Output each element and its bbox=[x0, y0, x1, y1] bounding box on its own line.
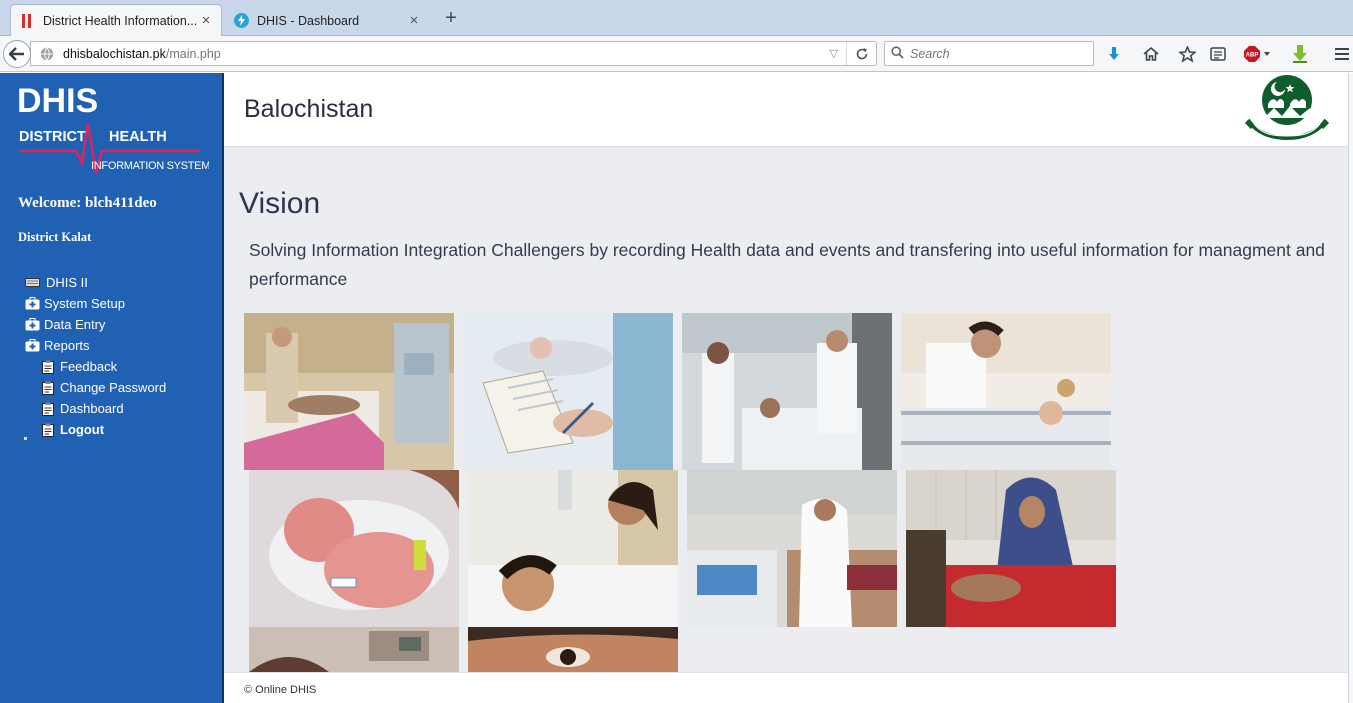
sidebar-item-label: Reports bbox=[44, 338, 90, 353]
mother-child-photo bbox=[906, 470, 1116, 627]
welcome-text: Welcome: blch411deo bbox=[18, 195, 157, 211]
tab-dhis-dashboard[interactable]: DHIS - Dashboard × bbox=[224, 4, 430, 36]
clipboard-icon bbox=[40, 360, 56, 374]
newborn-baby-photo bbox=[249, 470, 459, 627]
sidebar-item-label: DHIS II bbox=[46, 275, 88, 290]
page-footer: © Online DHIS bbox=[224, 672, 1348, 703]
svg-text:ABP: ABP bbox=[1246, 53, 1259, 59]
main-content: Balochistan Vision Solving Information I… bbox=[224, 73, 1353, 703]
dhis-favicon-icon bbox=[233, 13, 249, 29]
sidebar-item-dhis-ii[interactable]: DHIS II bbox=[0, 272, 222, 293]
medical-kit-icon bbox=[24, 318, 40, 332]
keyboard-icon bbox=[24, 276, 40, 290]
back-button[interactable] bbox=[3, 40, 31, 68]
logo-health-text: HEALTH bbox=[109, 129, 167, 145]
dhis-logo: DHIS DISTRICT HEALTH INFORMATION SYSTEM bbox=[14, 79, 211, 179]
hamburger-menu-icon[interactable] bbox=[1332, 44, 1352, 64]
clipboard-icon bbox=[40, 402, 56, 416]
nurse-clipboard-photo bbox=[463, 313, 673, 470]
sidebar-item-label: Change Password bbox=[60, 380, 167, 395]
downloads-icon[interactable] bbox=[1104, 44, 1124, 64]
sidebar-item-label: Dashboard bbox=[60, 401, 124, 416]
sidebar-item-label: Feedback bbox=[60, 359, 118, 374]
divider-dot bbox=[24, 437, 27, 440]
child-eye-closeup-photo bbox=[468, 627, 678, 672]
download-helper-icon[interactable] bbox=[1290, 44, 1310, 64]
browser-nav-bar: dhisbalochistan.pk/main.php ▽ ABP bbox=[0, 36, 1353, 72]
page-header: Balochistan bbox=[224, 73, 1353, 147]
reload-icon[interactable] bbox=[846, 42, 876, 65]
hospital-room-photo bbox=[249, 627, 459, 672]
reader-list-icon[interactable] bbox=[1208, 44, 1228, 64]
page-title: Balochistan bbox=[244, 95, 374, 123]
search-input[interactable] bbox=[910, 46, 1080, 61]
sidebar-menu: DHIS II System Setup Data Entry Reports … bbox=[0, 272, 222, 440]
browser-tab-bar: District Health Information... × DHIS - … bbox=[0, 0, 1353, 36]
sidebar-item-system-setup[interactable]: System Setup bbox=[0, 293, 222, 314]
tab-title: DHIS - Dashboard bbox=[257, 13, 360, 28]
footer-text: © Online DHIS bbox=[244, 684, 317, 696]
search-icon bbox=[891, 45, 904, 62]
medical-kit-icon bbox=[24, 297, 40, 311]
sidebar-item-feedback[interactable]: Feedback bbox=[0, 356, 222, 377]
balochistan-emblem-icon bbox=[1244, 74, 1330, 142]
district-label: District Kalat bbox=[18, 230, 92, 244]
tab-title: District Health Information... bbox=[43, 13, 198, 28]
sidebar-item-data-entry[interactable]: Data Entry bbox=[0, 314, 222, 335]
nurse-child-photo bbox=[468, 470, 678, 627]
history-dropdown-icon[interactable]: ▽ bbox=[830, 47, 838, 60]
clipboard-icon bbox=[40, 423, 56, 437]
search-bar[interactable] bbox=[884, 41, 1094, 66]
adblock-plus-icon[interactable]: ABP bbox=[1244, 44, 1274, 64]
vision-heading: Vision bbox=[239, 187, 321, 220]
home-icon[interactable] bbox=[1141, 44, 1161, 64]
patient-dialysis-photo bbox=[244, 313, 454, 470]
sidebar-item-label: Data Entry bbox=[44, 317, 106, 332]
logo-info-text: INFORMATION SYSTEM bbox=[91, 160, 209, 172]
url-host: dhisbalochistan.pk bbox=[63, 46, 166, 61]
tab-district-health[interactable]: District Health Information... × bbox=[10, 4, 222, 36]
clipboard-icon bbox=[40, 381, 56, 395]
vision-statement: Solving Information Integration Challeng… bbox=[249, 240, 1325, 289]
pause-favicon-icon bbox=[19, 13, 35, 29]
bookmark-star-icon[interactable] bbox=[1177, 44, 1197, 64]
tab-close-icon[interactable]: × bbox=[407, 12, 421, 29]
url-path: /main.php bbox=[165, 46, 221, 61]
sidebar-item-logout[interactable]: Logout bbox=[0, 419, 222, 440]
globe-icon bbox=[40, 47, 54, 61]
tab-close-icon[interactable]: × bbox=[199, 12, 213, 29]
sidebar-item-change-password[interactable]: Change Password bbox=[0, 377, 222, 398]
logo-district-text: DISTRICT bbox=[19, 129, 86, 145]
doctor-child-bed-photo bbox=[901, 313, 1111, 470]
new-tab-button[interactable]: + bbox=[440, 6, 462, 30]
sidebar-item-reports[interactable]: Reports bbox=[0, 335, 222, 356]
url-bar[interactable]: dhisbalochistan.pk/main.php ▽ bbox=[30, 41, 877, 66]
medical-kit-icon bbox=[24, 339, 40, 353]
logo-dhis-text: DHIS bbox=[17, 82, 98, 120]
sidebar-item-label: Logout bbox=[60, 422, 105, 437]
scrollbar[interactable] bbox=[1348, 73, 1353, 703]
sidebar-item-label: System Setup bbox=[44, 296, 125, 311]
sidebar-item-dashboard[interactable]: Dashboard bbox=[0, 398, 222, 419]
doctor-nurse-ward-photo bbox=[682, 313, 892, 470]
crowded-ward-photo bbox=[687, 470, 897, 627]
sidebar: DHIS DISTRICT HEALTH INFORMATION SYSTEM … bbox=[0, 73, 222, 703]
